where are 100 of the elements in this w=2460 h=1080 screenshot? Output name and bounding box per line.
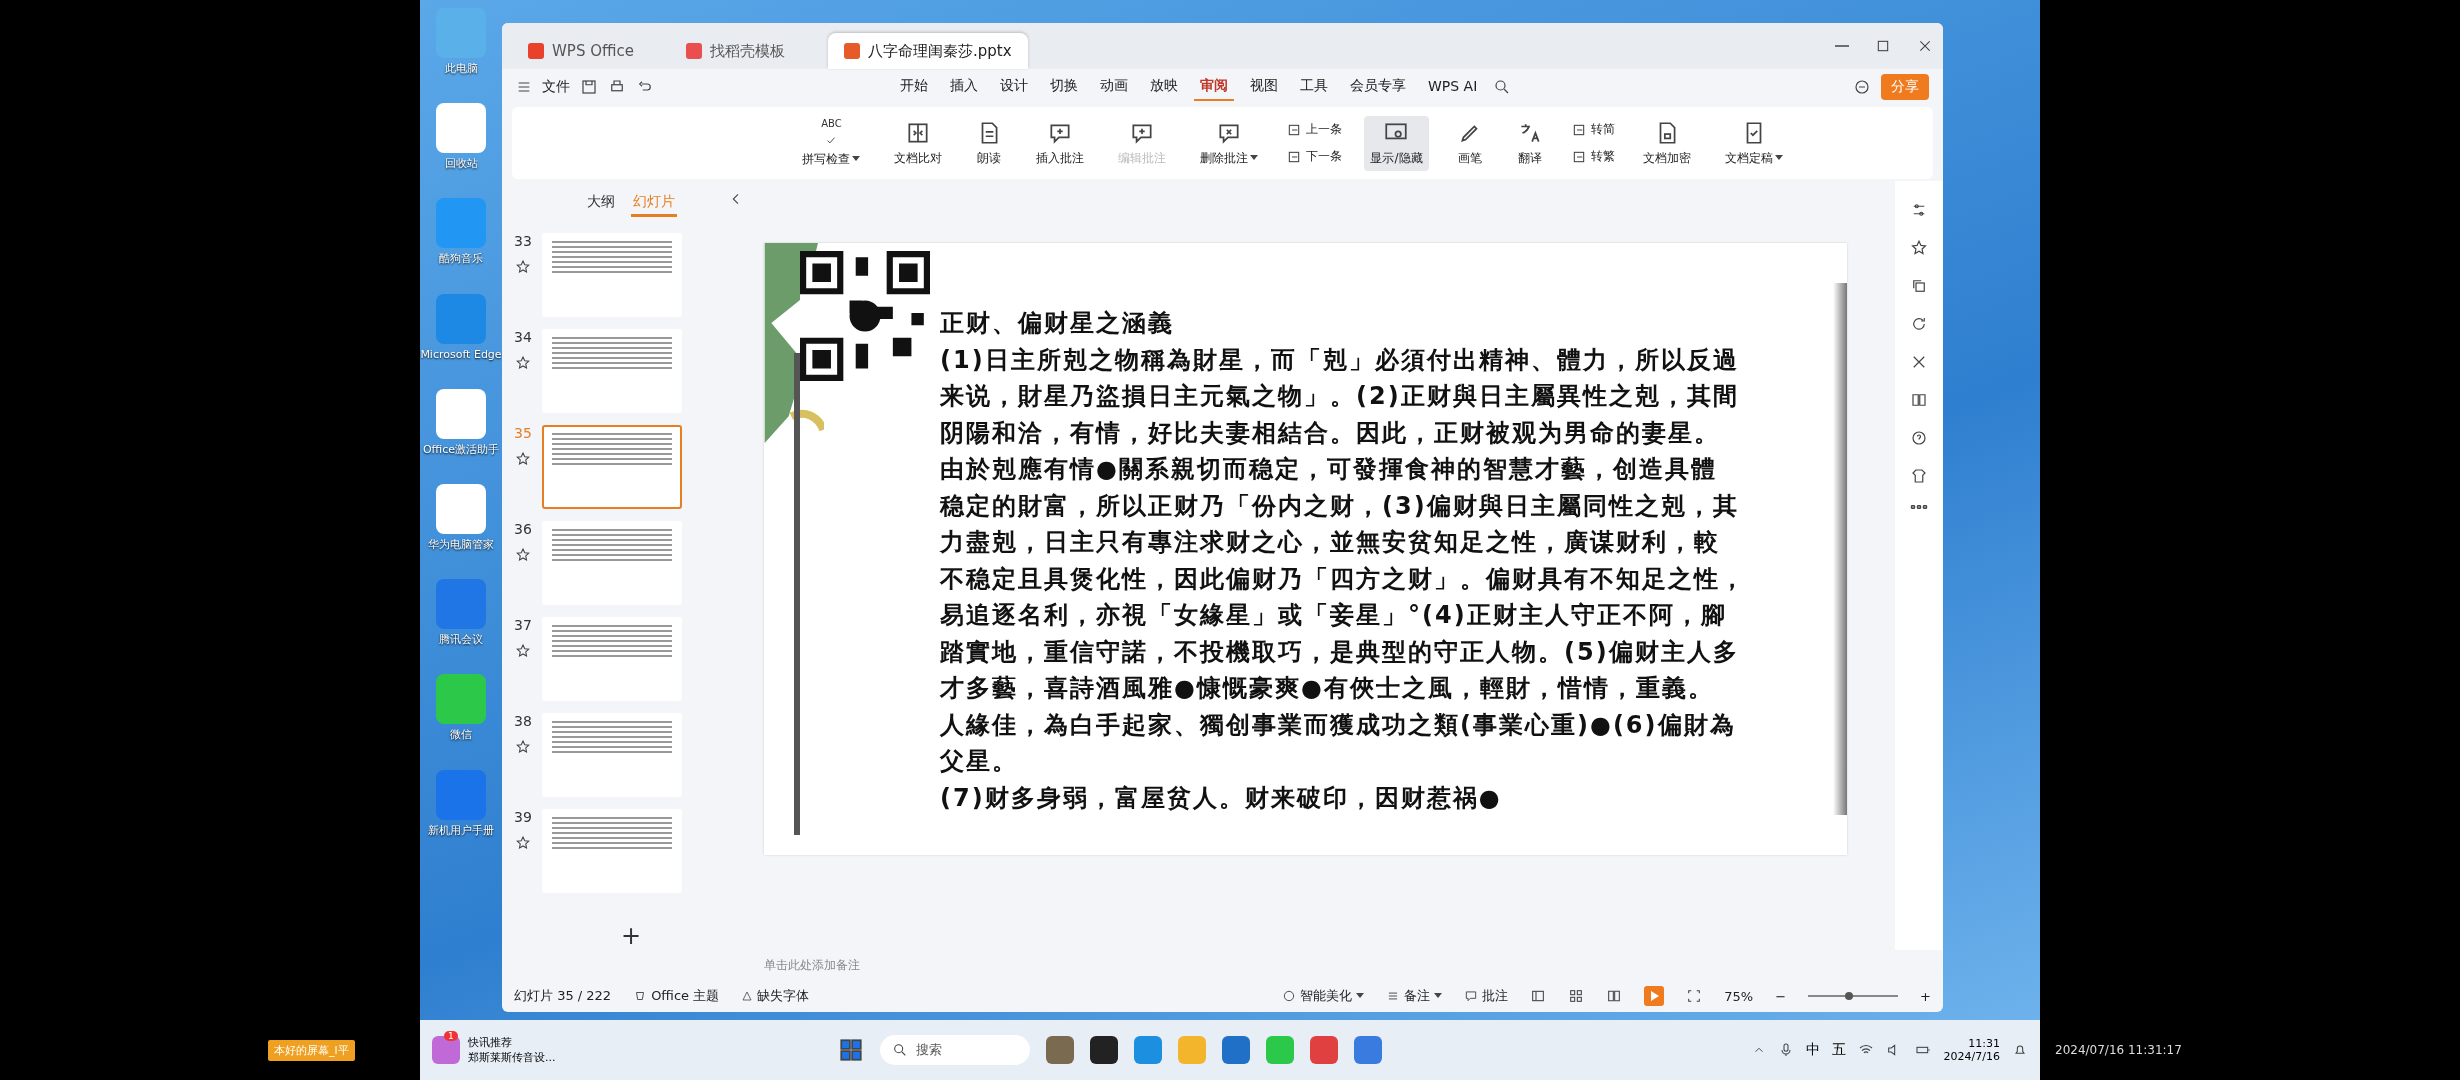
slide-thumbnail[interactable] [542,521,682,605]
abc-label: ABC [821,118,842,129]
help-icon [1910,429,1928,447]
slide-text-line: 人緣佳，為白手起家、獨创事業而獲成功之類(事業心重)●(6)偏財為 [940,709,1737,741]
search-field[interactable]: 搜索 [879,1035,1030,1065]
star-icon [515,643,531,659]
slide-counter: 幻灯片 35 / 222 [514,987,612,1005]
ribbon-tab[interactable]: 视图 [1244,73,1284,101]
panel-tab[interactable]: 大纲 [585,189,617,217]
ribbon-tab[interactable]: 审阅 [1194,73,1234,101]
slide-number: 37 [514,617,532,633]
more-icon [1910,505,1928,509]
app-logo-icon [686,43,702,59]
ribbon-tab[interactable]: 工具 [1294,73,1334,101]
refresh-icon [1910,315,1928,333]
slide-text-line: 阴陽和洽，有情，好比夫妻相結合。因此，正财被观为男命的妻星。 [940,417,1721,449]
warning-icon [741,990,754,1002]
shirt-icon [1910,467,1928,485]
app-icon[interactable] [436,674,486,725]
ribbon-tab[interactable]: 设计 [994,73,1034,101]
ribbon-tab[interactable]: 开始 [894,73,934,101]
star-icon [515,451,531,467]
grid-view-icon [1568,988,1585,1004]
toolbar-button[interactable]: 下一条 [1286,148,1343,165]
slide-thumbnail[interactable] [542,713,682,797]
recording-timestamp: 2024/07/16 11:31:17 [2054,1042,2183,1059]
toolbar-button[interactable]: 翻译 [1510,115,1549,171]
star-icon [515,259,531,275]
ribbon-tab[interactable]: 切换 [1044,73,1084,101]
caret-icon [1356,993,1365,999]
slide-title: 正财、偏财星之涵義 [940,308,1175,339]
desktop-icon-label[interactable]: 新机用户手册 [428,823,494,837]
slide-thumbnail[interactable] [542,329,682,413]
file-menu[interactable]: 文件 [542,78,570,96]
slide-text-line: 易追逐名利，亦視「女緣星」或「妾星」°(4)正财主人守正不阿，腳 [940,600,1728,631]
close-icon [1917,38,1933,54]
slide-text-line: (1)日主所剋之物稱為財星，而「剋」必須付出精神、體力，所以反過 [940,344,1740,376]
reading-view-icon [1606,988,1623,1004]
document-tab[interactable]: 八字命理闺秦莎.pptx [828,33,1028,69]
beautify-button[interactable]: 智能美化 [1282,987,1365,1005]
screen-recording-indicator: 本好的屏幕_l平 [268,1039,355,1061]
play-button[interactable] [1644,986,1665,1006]
fit-icon [1686,988,1703,1004]
slide-text-line: 力盡剋，日主只有專注求财之心，並無安贫知足之性，廣谋财利，較 [940,527,1721,558]
toolbar-button[interactable]: 画笔 [1450,115,1489,171]
document-tab[interactable]: 找稻壳模板 [670,33,822,69]
news-title: 快讯推荐 [468,1035,513,1050]
caret-icon [1774,155,1783,161]
slide-thumbnail[interactable] [542,425,682,509]
star-icon [1910,239,1928,257]
toolbar-button[interactable]: 朗读 [970,115,1009,171]
slide-thumbnail[interactable] [542,233,682,317]
slide-text-line: 稳定的財富，所以正财乃「份内之财，(3)偏财與日主屬同性之剋，其 [940,490,1740,522]
zoom-out-button[interactable]: − [1775,988,1787,1004]
slide-thumbnail[interactable] [542,809,682,893]
toolbar-button[interactable]: 显示/隐藏 [1364,115,1429,171]
zoom-level[interactable]: 75% [1724,988,1754,1004]
toolbar-button[interactable]: 插入批注 [1030,115,1091,171]
zoom-in-button[interactable]: + [1920,988,1931,1004]
theme-button[interactable]: Office 主题 [633,987,720,1005]
slide-thumbnail[interactable] [542,617,682,701]
normal-view-icon [1530,988,1547,1004]
input-mode-indicator[interactable]: 五 [1831,1041,1846,1059]
app-icon[interactable] [436,103,486,154]
search-icon [891,1042,908,1058]
taskbar-clock[interactable]: 11:31 2024/7/16 [1943,1037,2000,1063]
ribbon-tab[interactable]: 放映 [1144,73,1184,101]
start-icon [837,1037,864,1063]
comments-button[interactable]: 批注 [1464,987,1509,1005]
toolbar-button[interactable]: 文档比对 [888,115,949,171]
slide-text-line: 不稳定且具煲化性，因此偏财乃「四方之财」。偏财具有不知足之性， [940,563,1746,595]
notes-button[interactable]: 备注 [1386,987,1443,1005]
toolbar-button[interactable]: 转简 [1570,121,1615,138]
slide-text-line: 才多藝，喜詩酒風雅●慷慨豪爽●有俠士之風，輕財，惜情，重義。 [940,673,1715,704]
toolbar-button[interactable]: 删除批注 [1194,115,1265,171]
app-icon[interactable] [436,483,486,534]
slide-text-line: (7)财多身弱，富屋贫人。财来破印，因财惹祸● [940,782,1503,814]
slide-number: 33 [514,233,532,249]
toolbar-button[interactable]: 文档加密 [1636,115,1697,171]
input-method-indicator[interactable]: 中 [1805,1041,1820,1059]
ribbon-tab[interactable]: 动画 [1094,73,1134,101]
toolbar-button[interactable]: 上一条 [1286,121,1343,138]
missing-fonts-button[interactable]: 缺失字体 [741,987,810,1005]
ai-tab[interactable]: WPS AI [1422,74,1484,100]
toolbar-button[interactable]: ABC 拼写检查 [796,114,867,172]
document-tab[interactable]: WPS Office [512,33,664,69]
desktop-icon-label[interactable]: 微信 [450,728,472,742]
slide-text-line: 由於剋應有情●關系親切而稳定，可發揮食神的智慧才藝，创造具體 [940,454,1718,485]
taskbar-app-icon[interactable] [1089,1036,1118,1064]
slide-number: 38 [514,713,532,729]
ribbon-tab[interactable]: 会员专享 [1344,73,1412,101]
zoom-slider-thumb[interactable] [1844,992,1853,1000]
slide-number: 36 [514,521,532,537]
app-logo-icon [528,43,544,59]
comment-icon [1464,989,1479,1003]
toolbar-button[interactable]: 文档定稿 [1718,115,1789,171]
add-slide-button[interactable]: + [502,922,760,950]
ribbon-tab[interactable]: 插入 [944,73,984,101]
app-icon[interactable] [436,388,486,439]
toolbar-button[interactable]: 转繁 [1570,148,1615,165]
